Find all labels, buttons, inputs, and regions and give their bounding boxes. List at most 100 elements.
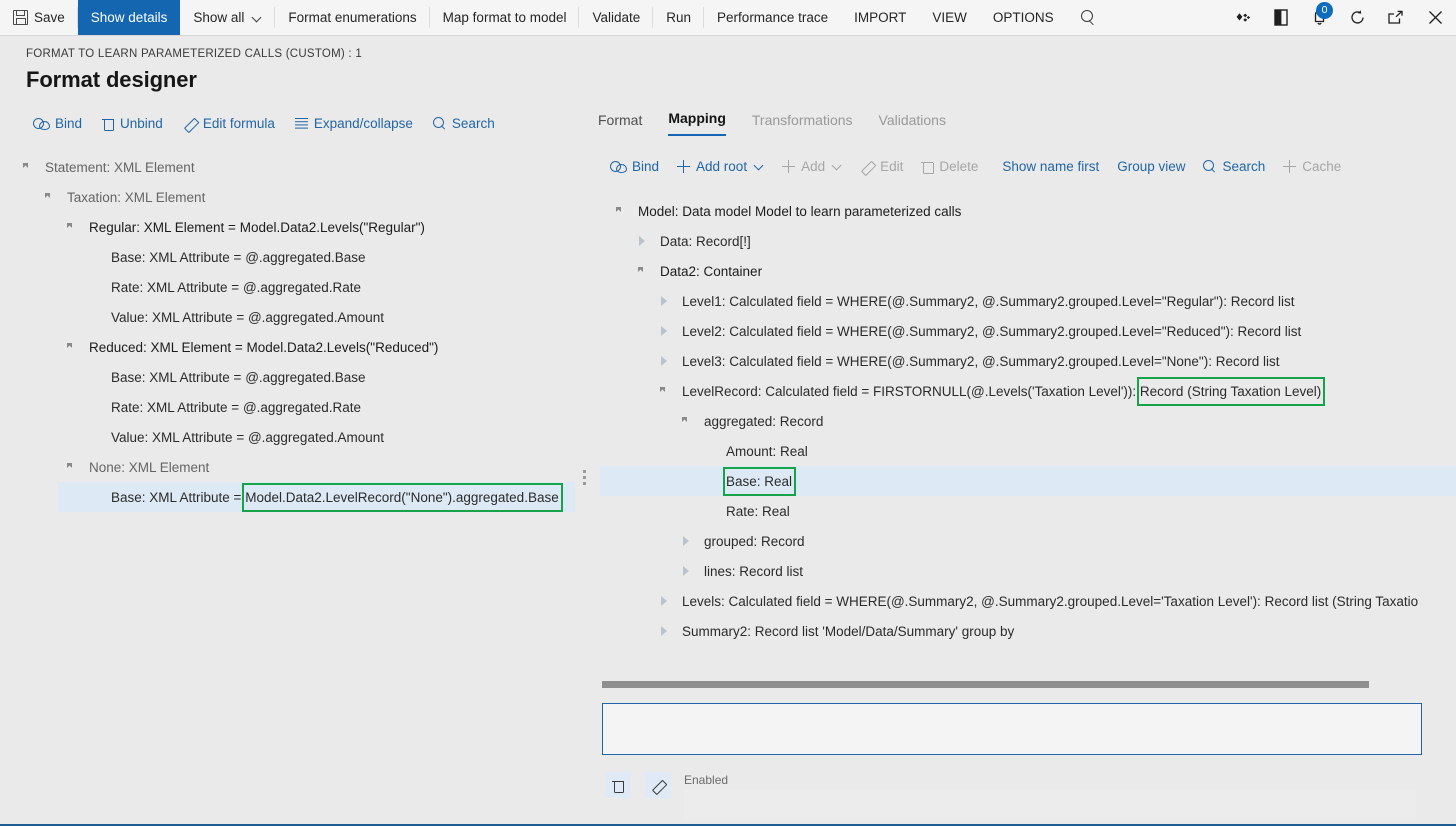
formula-editor[interactable] [602,703,1422,755]
tree-expand-arrow-icon[interactable] [67,222,77,232]
show-all-dropdown[interactable]: Show all [180,0,276,35]
plus-icon [782,160,796,173]
office-app-icon[interactable] [1262,0,1300,35]
tree-row[interactable]: Regular: XML Element = Model.Data2.Level… [0,212,585,242]
performance-trace-button[interactable]: Performance trace [704,0,841,35]
validate-button[interactable]: Validate [579,0,654,35]
save-icon [13,10,28,25]
tree-row[interactable]: Taxation: XML Element [0,182,585,212]
tree-row-label: Taxation: XML Element [67,189,206,205]
tab-validations[interactable]: Validations [879,112,946,136]
tree-collapse-arrow-icon[interactable] [660,626,670,636]
tree-expand-arrow-icon[interactable] [23,162,33,172]
editor-edit-button[interactable] [645,772,671,798]
tree-row[interactable]: Data: Record[!] [600,226,1456,256]
tree-collapse-arrow-icon[interactable] [638,236,648,246]
format-edit-formula-button[interactable]: Edit formula [183,116,275,131]
tree-row-label: Statement: XML Element [45,159,195,175]
format-unbind-button[interactable]: Unbind [102,116,163,131]
tree-row[interactable]: LevelRecord: Calculated field = FIRSTORN… [600,376,1456,406]
tab-transformations[interactable]: Transformations [752,112,853,136]
tree-collapse-arrow-icon[interactable] [660,326,670,336]
tree-collapse-arrow-icon[interactable] [660,596,670,606]
tree-row-label: Value: XML Attribute = @.aggregated.Amou… [111,429,384,445]
format-toolbar: Bind Unbind Edit formula Expand/collapse… [33,116,495,131]
tree-row[interactable]: Rate: XML Attribute = @.aggregated.Rate [0,392,585,422]
options-menu[interactable]: OPTIONS [980,0,1067,35]
tree-row-label: lines: Record list [704,563,804,579]
tree-collapse-arrow-icon[interactable] [682,566,692,576]
tree-row[interactable]: lines: Record list [600,556,1456,586]
tree-row[interactable]: Summary2: Record list 'Model/Data/Summar… [600,616,1456,646]
show-details-button[interactable]: Show details [77,0,181,35]
tree-row[interactable]: Levels: Calculated field = WHERE(@.Summa… [600,586,1456,616]
view-menu[interactable]: VIEW [919,0,980,35]
tab-format[interactable]: Format [598,112,642,136]
tree-row[interactable]: Level1: Calculated field = WHERE(@.Summa… [600,286,1456,316]
tree-row[interactable]: Rate: XML Attribute = @.aggregated.Rate [0,272,585,302]
diamond-settings-icon[interactable] [1224,0,1262,35]
mapping-group-view-label: Group view [1117,159,1186,174]
tree-row[interactable]: grouped: Record [600,526,1456,556]
mapping-group-view-button[interactable]: Group view [1117,159,1185,174]
tree-expand-arrow-icon[interactable] [638,266,648,276]
tree-row[interactable]: aggregated: Record [600,406,1456,436]
format-enumerations-button[interactable]: Format enumerations [275,0,430,35]
refresh-icon[interactable] [1338,0,1376,35]
tree-row[interactable]: Amount: Real [600,436,1456,466]
tree-row[interactable]: Data2: Container [600,256,1456,286]
mapping-search-button[interactable]: Search [1203,159,1265,174]
refresh-glyph [1350,10,1364,24]
mapping-delete-button[interactable]: Delete [921,159,978,174]
tree-row[interactable]: Value: XML Attribute = @.aggregated.Amou… [0,302,585,332]
pencil-icon [651,778,665,792]
tree-expand-arrow-icon[interactable] [45,192,55,202]
global-search-button[interactable] [1067,0,1109,35]
tab-mapping-label: Mapping [668,110,726,126]
horizontal-scrollbar-thumb[interactable] [602,681,1369,688]
tree-expand-arrow-icon[interactable] [660,386,670,396]
format-expand-collapse-button[interactable]: Expand/collapse [294,116,413,131]
tree-row[interactable]: Value: XML Attribute = @.aggregated.Amou… [0,422,585,452]
tree-expand-arrow-icon[interactable] [682,416,692,426]
tree-row[interactable]: Level3: Calculated field = WHERE(@.Summa… [600,346,1456,376]
tree-row[interactable]: Base: XML Attribute = @.aggregated.Base [0,242,585,272]
run-button[interactable]: Run [653,0,704,35]
tree-collapse-arrow-icon[interactable] [660,356,670,366]
tree-row[interactable]: Statement: XML Element [0,152,585,182]
tab-mapping[interactable]: Mapping [668,110,726,136]
tree-collapse-arrow-icon[interactable] [682,536,692,546]
popout-icon[interactable] [1376,0,1414,35]
tree-row[interactable]: Base: Real [600,466,1456,496]
close-icon[interactable] [1414,0,1456,35]
tree-row[interactable]: Base: XML Attribute = Model.Data2.LevelR… [0,482,585,512]
pencil-icon [183,117,197,131]
tree-row[interactable]: Model: Data model Model to learn paramet… [600,196,1456,226]
mapping-edit-button[interactable]: Edit [860,159,903,174]
enabled-field[interactable] [684,790,1416,820]
save-button[interactable]: Save [0,0,78,35]
editor-delete-button[interactable] [605,772,631,798]
import-menu[interactable]: IMPORT [841,0,919,35]
tree-row[interactable]: Reduced: XML Element = Model.Data2.Level… [0,332,585,362]
tree-row[interactable]: Level2: Calculated field = WHERE(@.Summa… [600,316,1456,346]
tree-row[interactable]: None: XML Element [0,452,585,482]
tree-row[interactable]: Rate: Real [600,496,1456,526]
notifications-icon[interactable]: 0 [1300,0,1338,35]
tree-expand-arrow-icon[interactable] [67,462,77,472]
mapping-add-button[interactable]: Add [782,159,842,174]
mapping-bind-button[interactable]: Bind [610,159,659,174]
mapping-show-name-first-button[interactable]: Show name first [1002,159,1099,174]
trash-icon [102,117,115,131]
tree-expand-arrow-icon[interactable] [67,342,77,352]
format-search-button[interactable]: Search [432,116,495,131]
mapping-cache-button[interactable]: Cache [1283,159,1341,174]
map-format-to-model-button[interactable]: Map format to model [430,0,580,35]
tree-expand-arrow-icon[interactable] [616,206,626,216]
format-search-label: Search [451,116,495,131]
horizontal-scrollbar-track[interactable] [602,681,1432,688]
mapping-add-root-button[interactable]: Add root [677,159,764,174]
tree-collapse-arrow-icon[interactable] [660,296,670,306]
tree-row[interactable]: Base: XML Attribute = @.aggregated.Base [0,362,585,392]
format-bind-button[interactable]: Bind [33,116,82,131]
